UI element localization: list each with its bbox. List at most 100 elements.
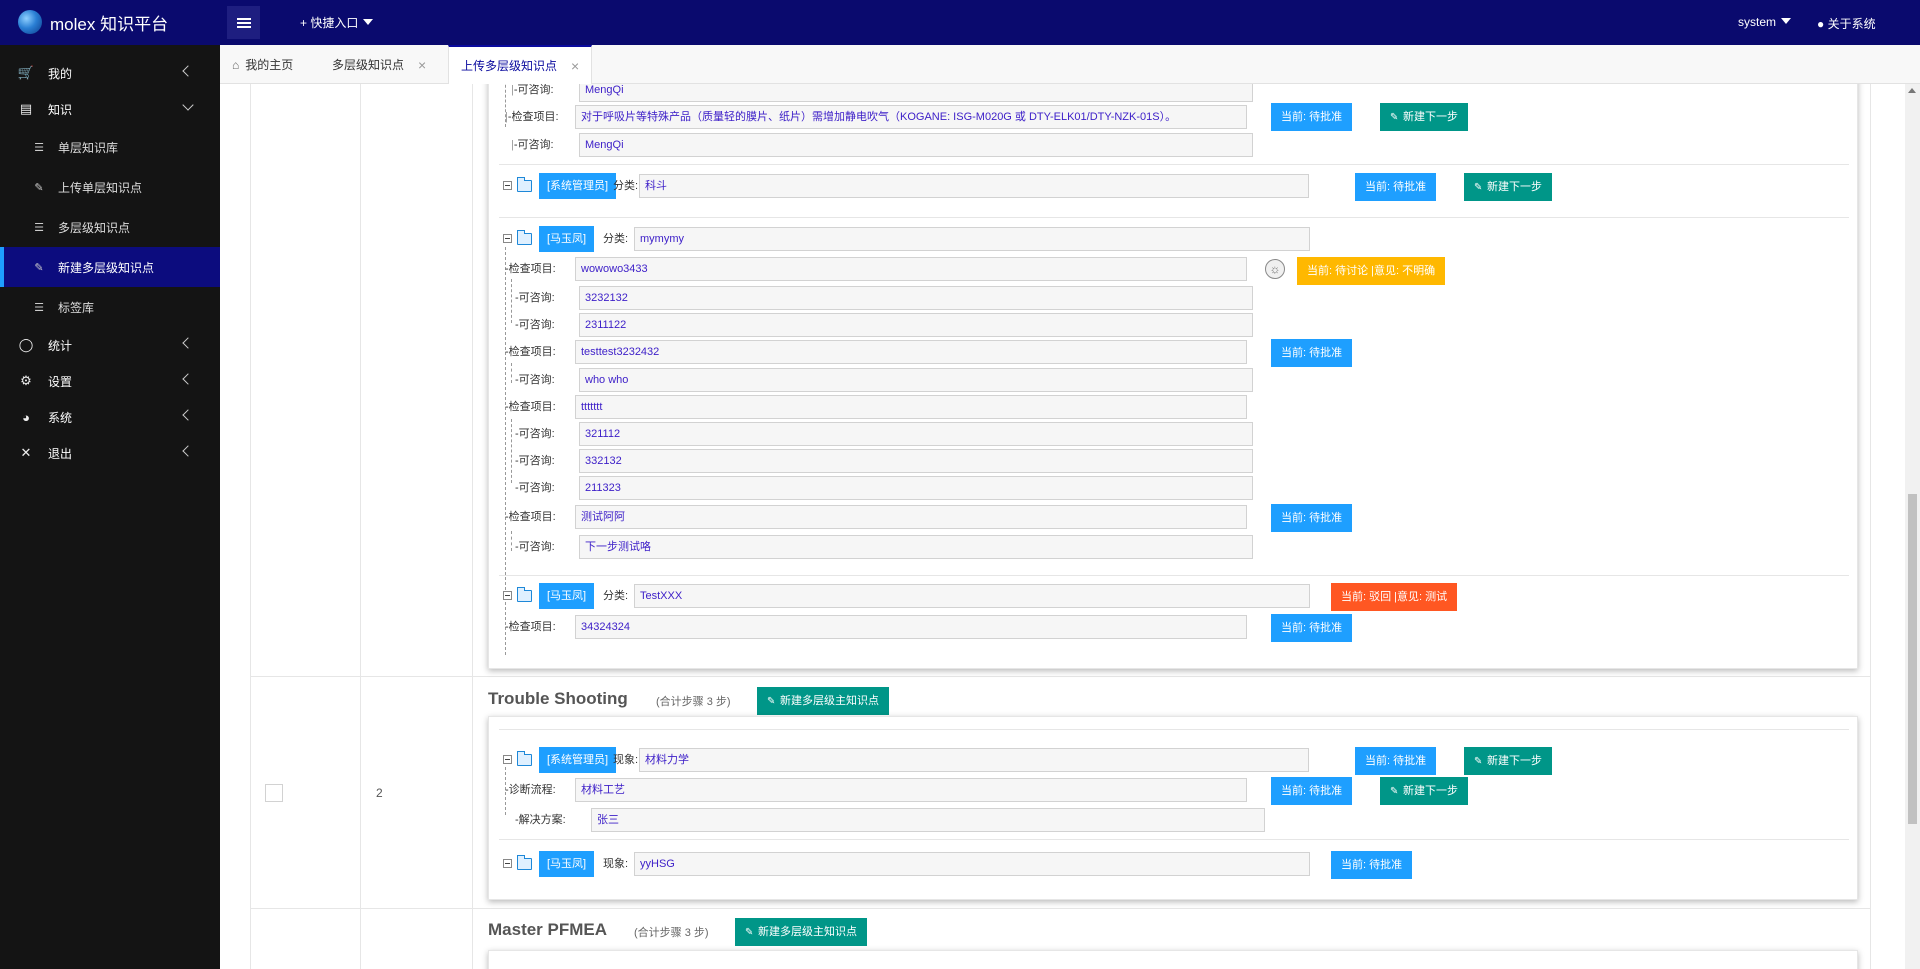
consult-field[interactable]: 3232132	[579, 286, 1253, 310]
status-badge: 当前: 待批准	[1271, 339, 1353, 367]
nav-label: 设置	[48, 374, 73, 389]
group-divider	[499, 839, 1849, 840]
collapse-icon[interactable]	[503, 755, 512, 764]
new-master-knowledge-button[interactable]: ✎ 新建多层级主知识点	[757, 687, 889, 715]
headset-icon: ◯	[18, 337, 34, 352]
new-next-step-button[interactable]: ✎ 新建下一步	[1380, 103, 1468, 131]
status-badge: 当前: 待批准	[1271, 504, 1353, 532]
table-row-divider	[250, 676, 1870, 677]
new-next-step-button[interactable]: ✎ 新建下一步	[1464, 173, 1552, 201]
check-field[interactable]: testtest3232432	[575, 340, 1247, 364]
nav-mine[interactable]: 🛒 我的	[0, 55, 220, 91]
check-field[interactable]: 对于呼吸片等特殊产品（质量轻的膜片、纸片）需增加静电吹气（KOGANE: ISG…	[575, 105, 1247, 129]
consult-field[interactable]: MengQi	[579, 133, 1253, 157]
check-label: |-检查项目:	[505, 111, 559, 123]
tab-multi-layer[interactable]: 多层级知识点 ×	[320, 45, 438, 84]
chevron-left-icon	[182, 445, 194, 457]
knowledge-card: |-可咨询: MengQi |-检查项目: 对于呼吸片等特殊产品（质量轻的膜片、…	[488, 84, 1858, 669]
close-icon[interactable]: ×	[571, 58, 579, 74]
consult-field[interactable]: 2311122	[579, 313, 1253, 337]
quick-entry-label: + 快捷入口	[300, 16, 359, 30]
new-master-knowledge-button[interactable]: ✎ 新建多层级主知识点	[735, 918, 867, 946]
category-field[interactable]: TestXXX	[634, 584, 1310, 608]
nav-upload-single[interactable]: ✎ 上传单层知识点	[0, 167, 220, 207]
nav-knowledge[interactable]: ▤ 知识	[0, 91, 220, 127]
category-field[interactable]: mymymy	[634, 227, 1310, 251]
row-checkbox[interactable]	[265, 784, 283, 802]
role-tag[interactable]: [系统管理员]	[539, 747, 617, 773]
collapse-icon[interactable]	[503, 181, 512, 190]
user-menu[interactable]: system	[1738, 15, 1792, 29]
pencil-icon: ✎	[767, 696, 776, 707]
collapse-icon[interactable]	[503, 591, 512, 600]
vertical-scrollbar[interactable]	[1905, 84, 1920, 969]
consult-field[interactable]: MengQi	[579, 84, 1253, 102]
group-divider	[499, 729, 1849, 730]
tab-upload-multi-layer[interactable]: 上传多层级知识点 ×	[448, 45, 593, 84]
hamburger-icon	[236, 17, 251, 28]
nav-label: 退出	[48, 446, 73, 461]
consult-field[interactable]: 332132	[579, 449, 1253, 473]
nav-label: 系统	[48, 410, 73, 425]
check-field[interactable]: ttttttt	[575, 395, 1247, 419]
knowledge-card: [系统管理员] 现象: 材料力学 当前: 待批准 ✎ 新建下一步 -诊断流程: 材…	[488, 716, 1858, 900]
chevron-left-icon	[182, 373, 194, 385]
new-next-step-button[interactable]: ✎ 新建下一步	[1464, 747, 1552, 775]
caret-down-icon	[1781, 18, 1792, 24]
check-label: -检查项目:	[505, 346, 556, 358]
tab-home[interactable]: ⌂ 我的主页	[220, 45, 305, 84]
collapse-icon[interactable]	[503, 234, 512, 243]
section-title: Trouble Shooting	[488, 689, 628, 708]
nav-tag-library[interactable]: ☰ 标签库	[0, 287, 220, 327]
sidebar: 🛒 我的 ▤ 知识 ☰ 单层知识库 ✎ 上传单层知识点 ☰ 多层级知识点 ✎ 新…	[0, 45, 220, 969]
check-label: -检查项目:	[505, 263, 556, 275]
nav-settings[interactable]: ⚙ 设置	[0, 363, 220, 399]
quick-entry-menu[interactable]: + 快捷入口	[300, 14, 374, 31]
consult-label: -可咨询:	[515, 374, 555, 386]
role-tag[interactable]: [马玉凤]	[539, 226, 595, 252]
role-tag[interactable]: [马玉凤]	[539, 851, 595, 877]
edit-doc-icon: ✎	[34, 181, 44, 194]
collapse-icon[interactable]	[503, 859, 512, 868]
nav-label: 上传单层知识点	[58, 180, 143, 195]
table-border	[250, 84, 251, 969]
scroll-up-icon[interactable]	[1908, 88, 1916, 93]
tab-label: 多层级知识点	[332, 58, 405, 72]
check-field[interactable]: 34324324	[575, 615, 1247, 639]
status-badge: 当前: 待讨论 |意见: 不明确	[1297, 257, 1446, 285]
phenomenon-field[interactable]: yyHSG	[634, 852, 1310, 876]
folder-icon	[517, 855, 532, 870]
nav-single-layer-library[interactable]: ☰ 单层知识库	[0, 127, 220, 167]
solution-field[interactable]: 张三	[591, 808, 1265, 832]
consult-field[interactable]: 321112	[579, 422, 1253, 446]
category-field[interactable]: 科斗	[639, 174, 1309, 198]
app-logo[interactable]: molex 知识平台	[18, 9, 168, 35]
check-field[interactable]: 测试阿阿	[575, 505, 1247, 529]
phenomenon-field[interactable]: 材料力学	[639, 748, 1309, 772]
consult-field[interactable]: 下一步测试咯	[579, 535, 1253, 559]
menu-toggle-button[interactable]	[227, 6, 260, 39]
about-system-link[interactable]: ● 关于系统	[1817, 15, 1876, 32]
nav-system[interactable]: ◕ 系统	[0, 399, 220, 435]
home-icon: ⌂	[232, 57, 240, 72]
check-label: -检查项目:	[505, 621, 556, 633]
user-name: system	[1738, 15, 1777, 29]
consult-field[interactable]: 211323	[579, 476, 1253, 500]
role-tag[interactable]: [系统管理员]	[539, 173, 617, 199]
nav-multi-layer[interactable]: ☰ 多层级知识点	[0, 207, 220, 247]
new-next-step-button[interactable]: ✎ 新建下一步	[1380, 777, 1468, 805]
table-border	[1870, 84, 1871, 969]
status-badge: 当前: 待批准	[1331, 851, 1413, 879]
consult-field[interactable]: who who	[579, 368, 1253, 392]
diagnosis-field[interactable]: 材料工艺	[575, 778, 1247, 802]
tree-line	[511, 279, 512, 323]
close-icon[interactable]: ×	[418, 57, 426, 73]
nav-stats[interactable]: ◯ 统计	[0, 327, 220, 363]
nav-new-multi-layer[interactable]: ✎ 新建多层级知识点	[0, 247, 220, 287]
discussion-icon[interactable]: ☼	[1265, 259, 1285, 279]
scroll-thumb[interactable]	[1908, 494, 1917, 824]
check-field[interactable]: wowowo3433	[575, 257, 1247, 281]
role-tag[interactable]: [马玉凤]	[539, 583, 595, 609]
nav-logout[interactable]: ✕ 退出	[0, 435, 220, 471]
table-border	[472, 84, 473, 969]
